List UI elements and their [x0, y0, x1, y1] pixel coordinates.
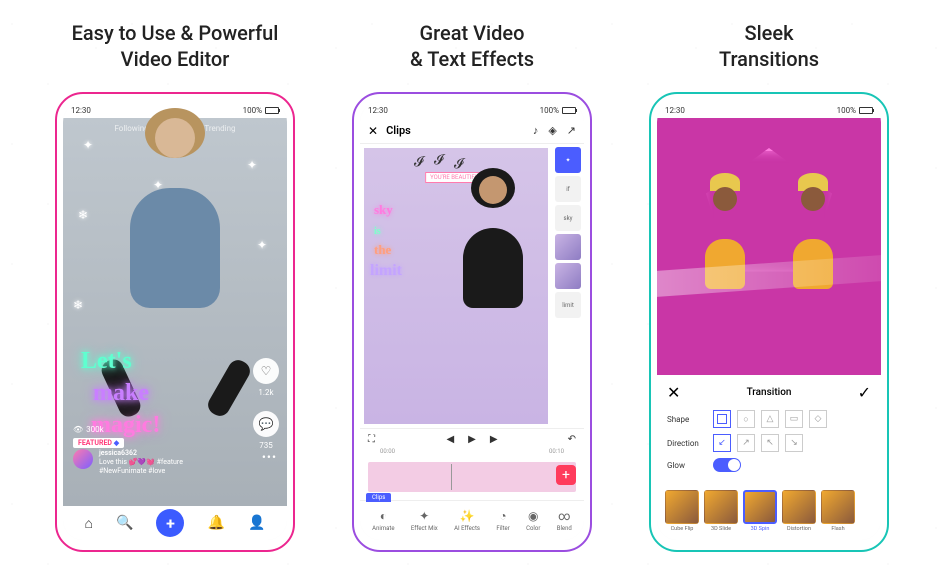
- transition-flash[interactable]: Flash: [821, 490, 855, 532]
- preview-subject: [697, 173, 753, 263]
- neon-text-2: make: [93, 380, 149, 407]
- tool-animate[interactable]: ◐Animate: [372, 509, 394, 532]
- transition-settings: ✕ Transition ✓ Shape ○ △ ▭ ◇ Direction: [657, 375, 881, 486]
- transition-thumbnails: Cube Flip 3D Slide 3D Spin Distortion Fl…: [657, 486, 881, 540]
- canvas-subject: [448, 198, 538, 338]
- panel-transitions: Sleek Transitions 12:30 100% ✕ Transitio…: [634, 20, 904, 552]
- expand-icon[interactable]: ⛶: [368, 434, 375, 445]
- like-button[interactable]: ♡: [253, 358, 279, 384]
- export-icon[interactable]: ↗: [567, 124, 576, 137]
- play-button[interactable]: ▶: [468, 434, 476, 445]
- tool-strip: ◐Animate ✦Effect Mix ✨AI Effects ◔Filter…: [360, 500, 584, 540]
- comment-count: 735: [259, 441, 273, 450]
- neon-text-1: Let's: [81, 348, 132, 375]
- direction-option[interactable]: ↖: [761, 434, 779, 452]
- close-button[interactable]: ✕: [368, 124, 378, 138]
- layer-item[interactable]: limit: [555, 292, 581, 318]
- direction-option[interactable]: ↗: [737, 434, 755, 452]
- settings-title: Transition: [747, 387, 792, 398]
- phone-frame-2: 12:30 100% ✕ Clips ♪ ◈ ↗ 𝓘𝓘𝓘 YOU'RE BEAU…: [352, 92, 592, 552]
- preview-subject: [785, 173, 841, 263]
- status-bar: 12:30 100%: [657, 102, 881, 118]
- transition-distortion[interactable]: Distortion: [782, 490, 816, 532]
- transition-preview: [657, 118, 881, 375]
- clips-tab[interactable]: Clips: [366, 493, 391, 502]
- panel-title: Great Video & Text Effects: [410, 20, 534, 72]
- shape-triangle[interactable]: △: [761, 410, 779, 428]
- timeline[interactable]: 00:0000:10 + Clips: [360, 450, 584, 500]
- glow-label: Glow: [667, 461, 707, 470]
- layers-icon[interactable]: ◈: [548, 124, 556, 137]
- transition-3d-spin[interactable]: 3D Spin: [743, 490, 777, 532]
- panel-title: Sleek Transitions: [719, 20, 819, 72]
- phone-frame-1: 12:30 100% Following Featured Trending ✦…: [55, 92, 295, 552]
- user-avatar[interactable]: [73, 449, 93, 469]
- comment-button[interactable]: 💬: [253, 411, 279, 437]
- glow-toggle[interactable]: [713, 458, 741, 472]
- tool-color[interactable]: ◉Color: [526, 509, 540, 532]
- layer-item[interactable]: ✦: [555, 147, 581, 173]
- panel-effects: Great Video & Text Effects 12:30 100% ✕ …: [337, 20, 607, 552]
- bottom-nav: ⌂ 🔍 + 🔔 👤: [63, 506, 287, 540]
- layer-item[interactable]: [555, 234, 581, 260]
- eye-icon: 👁: [73, 425, 83, 434]
- add-clip-button[interactable]: +: [556, 465, 576, 485]
- direction-option[interactable]: ↘: [785, 434, 803, 452]
- layer-item[interactable]: [555, 263, 581, 289]
- editor-title: Clips: [386, 124, 525, 137]
- direction-option[interactable]: ↙: [713, 434, 731, 452]
- panel-title: Easy to Use & Powerful Video Editor: [72, 20, 279, 72]
- music-icon[interactable]: ♪: [533, 124, 539, 137]
- editor-header: ✕ Clips ♪ ◈ ↗: [360, 118, 584, 144]
- user-caption: jessica6362 Love this 💕💜💓 #feature #NewF…: [99, 449, 183, 476]
- more-button[interactable]: •••: [262, 450, 277, 464]
- shape-circle[interactable]: ○: [737, 410, 755, 428]
- video-feed: Following Featured Trending ✦✦ ❄✦ ❄✦ Let…: [63, 118, 287, 506]
- battery-icon: [265, 107, 279, 114]
- layer-item[interactable]: if: [555, 176, 581, 202]
- phone-frame-3: 12:30 100% ✕ Transition ✓: [649, 92, 889, 552]
- panel-video-editor: Easy to Use & Powerful Video Editor 12:3…: [40, 20, 310, 552]
- tool-blend[interactable]: ∞Blend: [557, 509, 572, 532]
- home-icon[interactable]: ⌂: [85, 515, 93, 532]
- prev-button[interactable]: ◀: [446, 434, 454, 445]
- transition-cube-flip[interactable]: Cube Flip: [665, 490, 699, 532]
- playback-controls: ⛶ ◀ ▶ ▶ ↶: [360, 428, 584, 450]
- transition-3d-slide[interactable]: 3D Slide: [704, 490, 738, 532]
- next-button[interactable]: ▶: [490, 434, 498, 445]
- close-button[interactable]: ✕: [667, 383, 680, 402]
- featured-badge: FEATURED ◆: [73, 438, 124, 448]
- shape-bars[interactable]: ▭: [785, 410, 803, 428]
- status-time: 12:30: [71, 106, 91, 115]
- confirm-button[interactable]: ✓: [858, 383, 871, 402]
- shape-square[interactable]: [713, 410, 731, 428]
- feed-subject: [90, 148, 260, 368]
- profile-icon[interactable]: 👤: [248, 515, 265, 531]
- shape-diamond[interactable]: ◇: [809, 410, 827, 428]
- status-bar: 12:30 100%: [360, 102, 584, 118]
- status-battery: 100%: [243, 106, 262, 115]
- tool-effect-mix[interactable]: ✦Effect Mix: [411, 509, 438, 532]
- shape-label: Shape: [667, 415, 707, 424]
- tool-ai-effects[interactable]: ✨AI Effects: [454, 509, 480, 532]
- view-count: 👁300k: [73, 425, 104, 434]
- editor-canvas[interactable]: 𝓘𝓘𝓘 YOU'RE BEAUTIFUL sky is the limit: [364, 148, 548, 424]
- battery-icon: [562, 107, 576, 114]
- direction-label: Direction: [667, 439, 707, 448]
- notifications-icon[interactable]: 🔔: [208, 515, 225, 531]
- tab-following[interactable]: Following: [114, 124, 148, 133]
- layer-panel: ✦ if sky limit: [552, 144, 584, 428]
- tab-trending[interactable]: Trending: [204, 124, 235, 133]
- create-button[interactable]: +: [156, 509, 184, 537]
- layer-item[interactable]: sky: [555, 205, 581, 231]
- undo-icon[interactable]: ↶: [568, 434, 576, 445]
- search-icon[interactable]: 🔍: [116, 515, 133, 531]
- battery-icon: [859, 107, 873, 114]
- tool-filter[interactable]: ◔Filter: [496, 509, 509, 532]
- like-count: 1.2k: [258, 388, 273, 397]
